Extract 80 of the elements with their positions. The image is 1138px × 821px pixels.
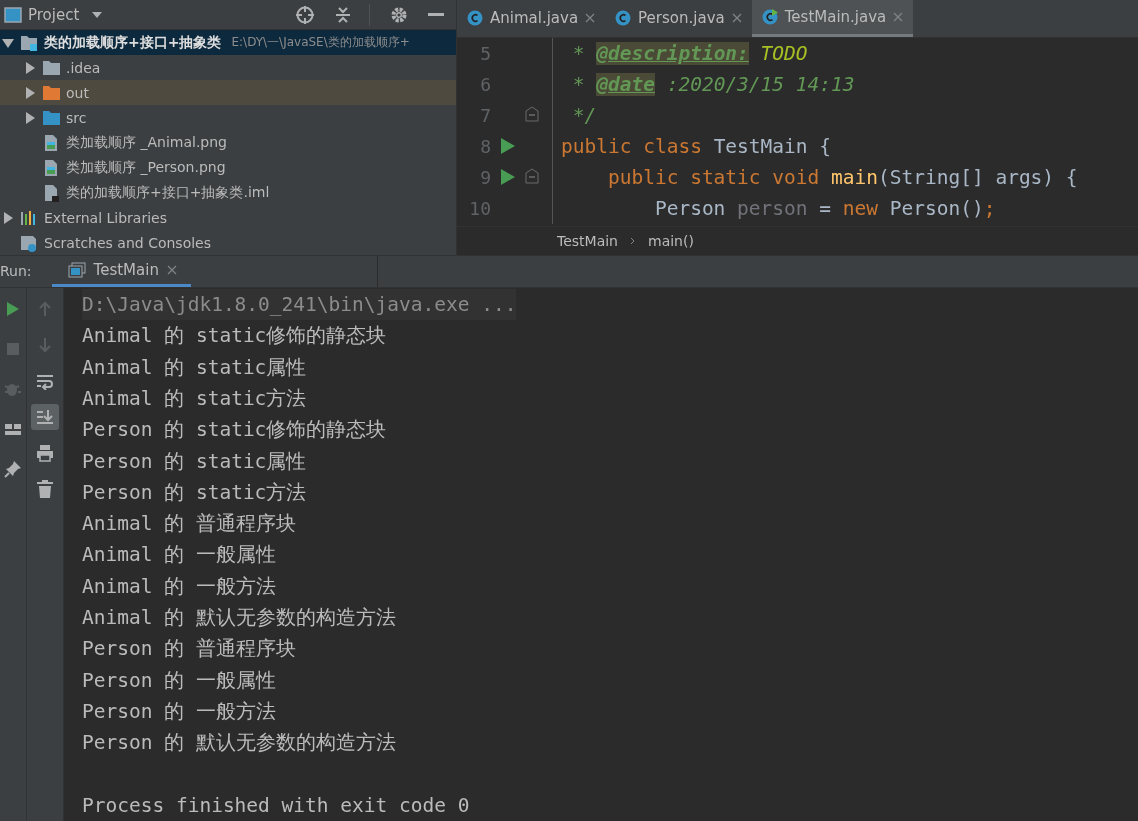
folder-icon — [42, 108, 60, 127]
image-file-icon — [42, 158, 60, 177]
settings-icon[interactable] — [390, 5, 408, 24]
console-line: Animal 的 static修饰的静态块 — [82, 323, 387, 350]
breadcrumb[interactable]: TestMain — [557, 233, 618, 250]
scroll-to-end-icon — [36, 407, 54, 426]
console-line: Person 的 static修饰的静态块 — [82, 417, 387, 444]
console-line: Animal 的 一般属性 — [82, 542, 276, 569]
run-tab[interactable]: TestMain — [51, 256, 191, 287]
console-line: Animal 的 static方法 — [82, 386, 307, 412]
code-line: Person person = new Person(); — [653, 196, 996, 220]
code-line: public class TestMain { — [560, 134, 832, 158]
close-icon[interactable] — [585, 13, 596, 24]
collapsed-arrow-icon[interactable] — [2, 211, 14, 224]
library-icon — [20, 208, 38, 227]
chevron-icon — [630, 237, 636, 246]
console-line: Person 的 默认无参数的构造方法 — [82, 730, 396, 757]
close-icon[interactable] — [731, 13, 742, 24]
run-label: Run: — [0, 263, 32, 280]
module-folder-icon — [20, 33, 38, 52]
project-view-selector[interactable]: Project — [28, 5, 104, 24]
collapse-icon[interactable] — [335, 5, 351, 24]
image-file-icon — [42, 133, 60, 152]
panel-icon — [4, 6, 22, 23]
pin-icon — [4, 459, 22, 478]
line-number: 9 — [479, 166, 491, 188]
crosshair-icon[interactable] — [295, 4, 315, 25]
editor-tab[interactable]: Person.java — [605, 0, 752, 37]
code-line: * @description: TODO — [571, 41, 808, 65]
console-line: Person 的 static方法 — [82, 479, 307, 506]
run-icon[interactable] — [501, 169, 515, 186]
trash-icon — [36, 479, 54, 498]
console-line: Animal 的 static属性 — [82, 354, 307, 381]
class-file-icon — [761, 8, 778, 25]
tree-item[interactable]: out — [0, 80, 456, 105]
code-line: */ — [571, 103, 597, 127]
file-icon — [42, 183, 60, 202]
class-file-icon — [615, 10, 632, 27]
tree-item[interactable]: External Libraries — [0, 205, 456, 230]
tree-item[interactable]: 类的加载顺序+接口+抽象类 E:\DY\一\JavaSE\类的加载顺序+ — [0, 30, 456, 55]
tree-item[interactable]: Scratches and Consoles — [0, 230, 456, 255]
console-line: Person 的 普通程序块 — [82, 636, 296, 663]
caret-icon — [91, 10, 104, 19]
line-number: 8 — [479, 135, 491, 157]
console-line: Animal 的 一般方法 — [82, 573, 276, 600]
line-number: 10 — [468, 197, 491, 219]
console-line: Person 的 一般方法 — [82, 698, 276, 725]
collapsed-arrow-icon[interactable] — [24, 86, 36, 99]
tree-item[interactable]: .idea — [0, 55, 456, 80]
code-line: * @date :2020/3/15 14:13 — [571, 72, 855, 96]
folder-icon — [42, 58, 60, 77]
console-line: Animal 的 普通程序块 — [82, 511, 296, 538]
editor-tab[interactable]: Animal.java — [457, 0, 606, 37]
run-icon[interactable] — [501, 138, 515, 155]
console-line: Animal 的 默认无参数的构造方法 — [82, 605, 396, 632]
collapsed-arrow-icon[interactable] — [24, 111, 36, 124]
tree-item[interactable]: src — [0, 105, 456, 130]
console-icon — [67, 261, 86, 278]
class-file-icon — [467, 10, 483, 27]
print-icon — [36, 443, 54, 462]
collapsed-arrow-icon[interactable] — [24, 61, 36, 74]
console-line: Person 的 static属性 — [82, 448, 307, 475]
scroll-to-end-button[interactable] — [31, 403, 59, 430]
tree-item[interactable]: 类的加载顺序+接口+抽象类.iml — [0, 180, 456, 205]
tree-item[interactable]: 类加载顺序 _Person.png — [0, 155, 456, 180]
line-number: 7 — [479, 104, 491, 126]
line-number: 5 — [479, 42, 491, 64]
console-line: Person 的 一般属性 — [82, 667, 276, 694]
down-arrow-icon — [36, 335, 54, 354]
line-number: 6 — [479, 73, 491, 95]
breadcrumb[interactable]: main() — [648, 233, 694, 250]
folder-icon — [42, 83, 60, 102]
minimize-icon[interactable] — [428, 12, 444, 17]
code-line: public static void main(String[] args) { — [606, 165, 1078, 189]
expanded-arrow-icon[interactable] — [2, 36, 14, 49]
tree-item[interactable]: 类加载顺序 _Animal.png — [0, 130, 456, 155]
scratch-icon — [20, 233, 38, 252]
editor-tab[interactable]: TestMain.java — [751, 0, 914, 37]
close-icon[interactable] — [166, 264, 177, 275]
console-line: Process finished with exit code 0 — [82, 792, 470, 819]
